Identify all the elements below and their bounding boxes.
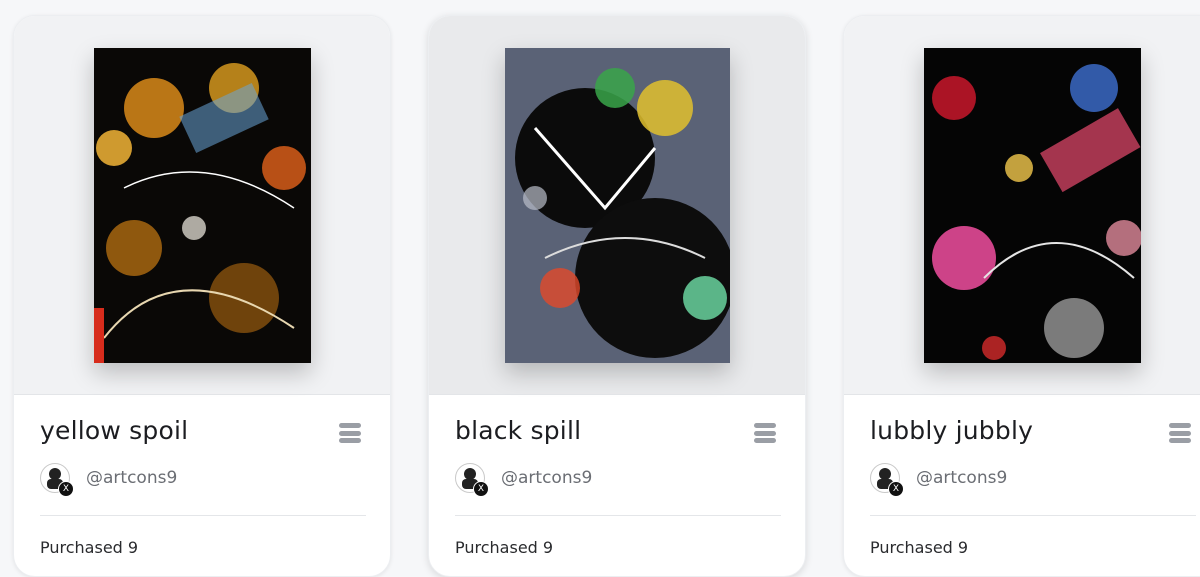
card-footer-text: Purchased 9 bbox=[870, 538, 969, 557]
nft-card-yellow-spoil[interactable]: yellow spoil X @artcons9 Purchased 9 bbox=[13, 15, 391, 577]
card-footer-text: Purchased 9 bbox=[455, 538, 554, 557]
avatar[interactable]: X bbox=[455, 463, 489, 497]
artwork-title[interactable]: lubbly jubbly bbox=[870, 416, 1033, 445]
menu-icon[interactable] bbox=[339, 423, 361, 443]
menu-icon[interactable] bbox=[1169, 423, 1191, 443]
menu-icon[interactable] bbox=[754, 423, 776, 443]
artwork-area[interactable] bbox=[844, 16, 1200, 395]
artwork-image[interactable] bbox=[94, 48, 311, 363]
divider bbox=[40, 515, 366, 516]
creator-handle[interactable]: @artcons9 bbox=[86, 468, 177, 488]
creator-info[interactable]: X @artcons9 bbox=[40, 462, 177, 497]
avatar[interactable]: X bbox=[870, 463, 904, 497]
creator-info[interactable]: X @artcons9 bbox=[870, 462, 1007, 497]
artwork-image[interactable] bbox=[505, 48, 730, 363]
artwork-image[interactable] bbox=[924, 48, 1141, 363]
creator-handle[interactable]: @artcons9 bbox=[501, 468, 592, 488]
divider bbox=[870, 515, 1196, 516]
x-logo-icon: X bbox=[473, 481, 489, 497]
artwork-area[interactable] bbox=[429, 16, 805, 395]
x-logo-icon: X bbox=[888, 481, 904, 497]
x-logo-icon: X bbox=[58, 481, 74, 497]
artwork-title[interactable]: black spill bbox=[455, 416, 581, 445]
card-footer-text: Purchased 9 bbox=[40, 538, 139, 557]
creator-info[interactable]: X @artcons9 bbox=[455, 462, 592, 497]
divider bbox=[455, 515, 781, 516]
artwork-title[interactable]: yellow spoil bbox=[40, 416, 188, 445]
avatar[interactable]: X bbox=[40, 463, 74, 497]
creator-handle[interactable]: @artcons9 bbox=[916, 468, 1007, 488]
artwork-area[interactable] bbox=[14, 16, 390, 395]
nft-card-lubbly-jubbly[interactable]: lubbly jubbly X @artcons9 Purchased 9 bbox=[843, 15, 1200, 577]
nft-card-black-spill[interactable]: black spill X @artcons9 Purchased 9 bbox=[428, 15, 806, 577]
